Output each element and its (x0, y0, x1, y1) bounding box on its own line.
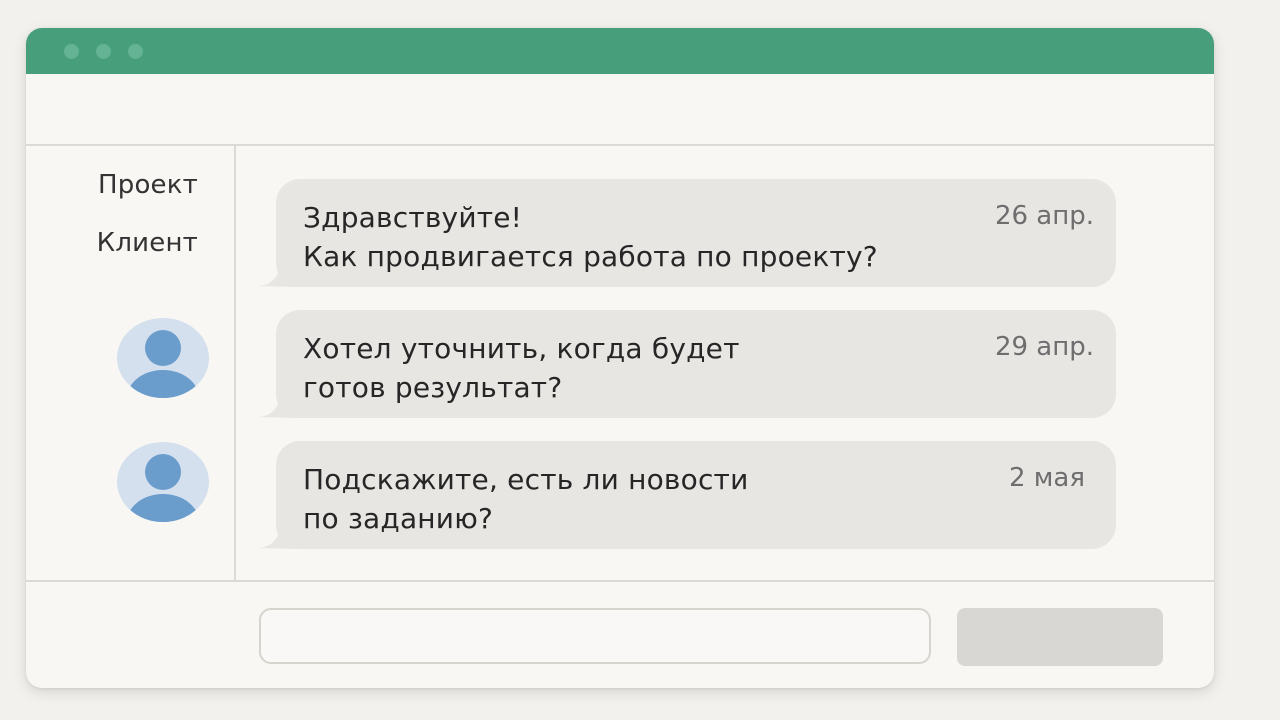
sidebar-item-client[interactable]: Клиент (97, 228, 198, 258)
user-avatar-icon (117, 318, 209, 398)
message-input[interactable] (259, 608, 931, 664)
message-bubble[interactable]: Подскажите, есть ли новости по заданию? … (258, 441, 1116, 549)
composer (26, 580, 1214, 688)
message-line: Подскажите, есть ли новости (303, 463, 749, 496)
toolbar (26, 74, 1214, 146)
window-close-dot[interactable] (64, 44, 79, 59)
message-date: 29 апр. (994, 332, 1094, 362)
user-avatar-icon (117, 442, 209, 522)
message-bubble[interactable]: Хотел уточнить, когда будет готов резуль… (258, 310, 1116, 418)
message-date: 26 апр. (994, 201, 1094, 231)
window-maximize-dot[interactable] (128, 44, 143, 59)
title-bar (26, 28, 1214, 74)
window-minimize-dot[interactable] (96, 44, 111, 59)
message-text: Подскажите, есть ли новости по заданию? (303, 460, 748, 538)
chat-window: Проект Клиент Здравствуйте! Как продвига… (26, 28, 1214, 688)
bubble-tail (258, 519, 298, 549)
bubble-tail (258, 388, 298, 418)
message-text: Здравствуйте! Как продвигается работа по… (303, 198, 878, 276)
message-text: Хотел уточнить, когда будет готов резуль… (303, 329, 740, 407)
send-button[interactable] (957, 608, 1163, 666)
message-date: 2 мая (1009, 463, 1085, 493)
message-bubble[interactable]: Здравствуйте! Как продвигается работа по… (258, 179, 1116, 287)
sidebar-item-project[interactable]: Проект (98, 170, 198, 200)
message-line: Здравствуйте! (303, 201, 523, 234)
sidebar: Проект Клиент (26, 146, 236, 582)
message-line: Хотел уточнить, когда будет (303, 332, 740, 365)
message-line: Как продвигается работа по проекту? (303, 240, 878, 273)
message-line: по заданию? (303, 502, 494, 535)
bubble-tail (258, 257, 298, 287)
message-line: готов результат? (303, 371, 563, 404)
